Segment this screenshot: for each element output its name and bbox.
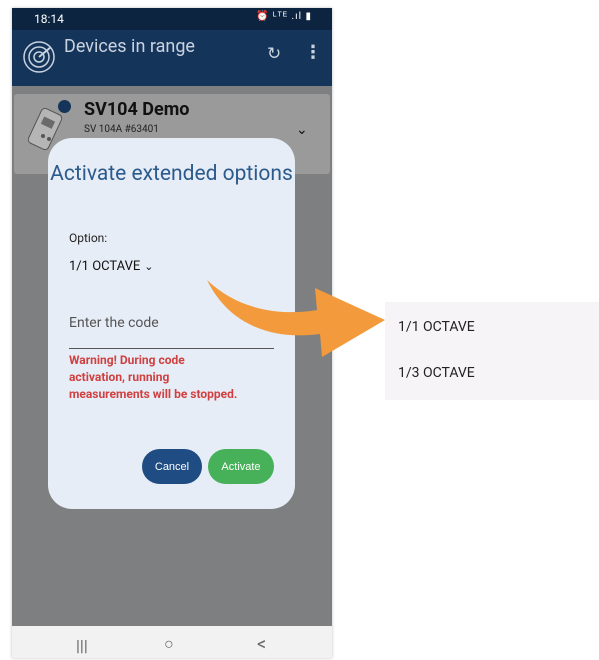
expand-chevron-icon[interactable]: ⌄ xyxy=(296,122,308,138)
status-time: 18:14 xyxy=(34,12,64,26)
refresh-icon[interactable]: ↻ xyxy=(267,44,281,64)
option-label: Option: xyxy=(69,231,108,245)
option-select[interactable]: 1/1 OCTAVE ⌄ xyxy=(69,259,154,274)
recents-icon[interactable]: ||| xyxy=(76,636,88,655)
device-name: SV104 Demo xyxy=(84,99,190,120)
back-icon[interactable]: < xyxy=(257,634,266,655)
radar-logo-icon xyxy=(23,41,55,73)
status-bar: 18:14 ⏰ ᴸᵀᴱ .ıl ▮ xyxy=(12,8,332,30)
app-bar: Devices in range ↻ ⋮ xyxy=(12,30,332,86)
home-icon[interactable]: ○ xyxy=(164,634,174,654)
system-nav-bar: ||| ○ < xyxy=(12,626,332,658)
dropdown-option[interactable]: 1/3 OCTAVE xyxy=(398,365,475,381)
connection-status-dot xyxy=(58,100,71,113)
option-dropdown-menu: 1/1 OCTAVE 1/3 OCTAVE xyxy=(385,302,599,400)
dialog-title: Activate extended options xyxy=(50,162,293,186)
dropdown-option[interactable]: 1/1 OCTAVE xyxy=(398,319,475,335)
option-select-value: 1/1 OCTAVE xyxy=(69,259,141,274)
device-serial: SV 104A #63401 xyxy=(84,124,159,135)
chevron-down-icon: ⌄ xyxy=(144,260,154,273)
cancel-button[interactable]: Cancel xyxy=(142,449,202,484)
activate-button[interactable]: Activate xyxy=(208,449,274,484)
page-title: Devices in range xyxy=(64,36,195,57)
more-options-icon[interactable]: ⋮ xyxy=(304,42,322,63)
callout-arrow-icon xyxy=(207,280,385,357)
status-icons: ⏰ ᴸᵀᴱ .ıl ▮ xyxy=(256,11,312,22)
